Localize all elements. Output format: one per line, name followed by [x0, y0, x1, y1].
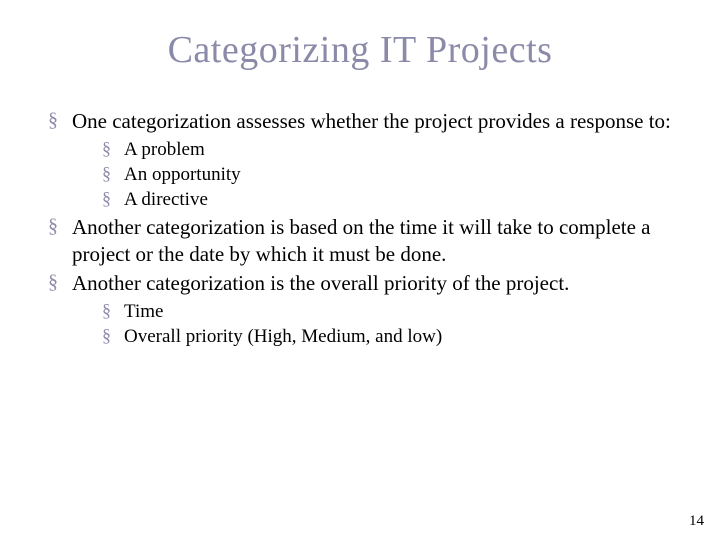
sub-bullet-item: Overall priority (High, Medium, and low)	[100, 324, 676, 349]
bullet-item: Another categorization is based on the t…	[44, 214, 676, 268]
sub-bullet-item: A problem	[100, 137, 676, 162]
bullet-item: One categorization assesses whether the …	[44, 108, 676, 212]
slide-title: Categorizing IT Projects	[44, 28, 676, 72]
sub-bullet-item: A directive	[100, 187, 676, 212]
sub-bullet-text: Time	[124, 301, 163, 322]
sub-bullet-list: Time Overall priority (High, Medium, and…	[72, 299, 676, 349]
sub-bullet-text: Overall priority (High, Medium, and low)	[124, 326, 442, 347]
sub-bullet-item: Time	[100, 299, 676, 324]
bullet-text: Another categorization is based on the t…	[72, 215, 650, 266]
bullet-item: Another categorization is the overall pr…	[44, 270, 676, 349]
bullet-list: One categorization assesses whether the …	[44, 108, 676, 349]
sub-bullet-text: A directive	[124, 189, 208, 210]
page-number: 14	[689, 513, 704, 530]
sub-bullet-list: A problem An opportunity A directive	[72, 137, 676, 212]
sub-bullet-text: An opportunity	[124, 164, 241, 185]
slide: Categorizing IT Projects One categorizat…	[0, 0, 720, 540]
sub-bullet-text: A problem	[124, 139, 205, 160]
sub-bullet-item: An opportunity	[100, 162, 676, 187]
bullet-text: One categorization assesses whether the …	[72, 109, 671, 133]
bullet-text: Another categorization is the overall pr…	[72, 271, 569, 295]
